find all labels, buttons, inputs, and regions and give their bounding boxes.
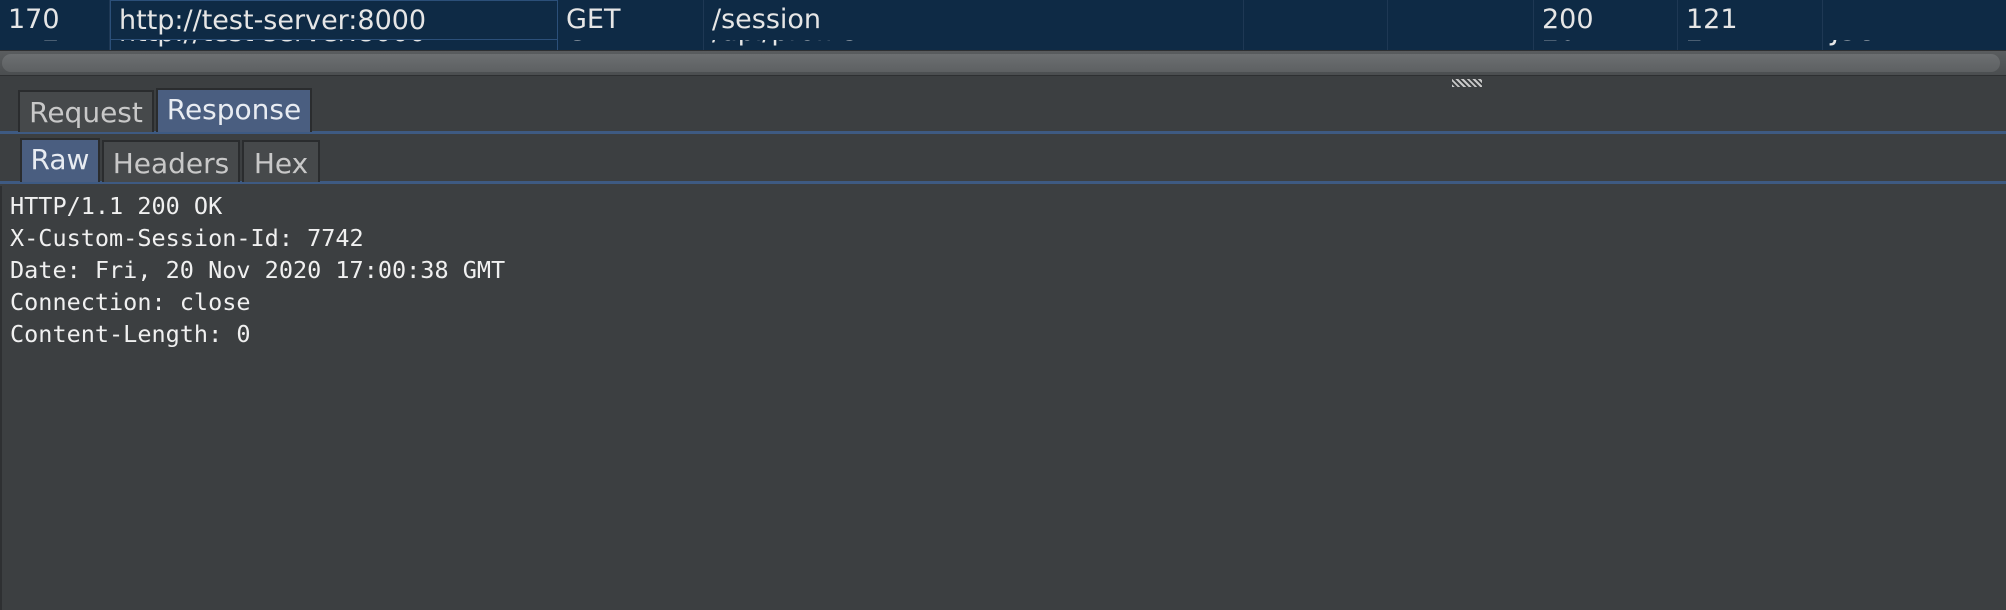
response-header-line[interactable]: Connection: close <box>10 286 2006 318</box>
proxy-history-table: 170 http://test-server:8000 GET /session… <box>0 0 2006 78</box>
table-row[interactable]: 170 http://test-server:8000 GET /session… <box>0 0 2006 40</box>
url-cell[interactable]: /api/profile <box>704 40 1244 50</box>
tab-request[interactable]: Request <box>18 90 154 132</box>
mime-cell[interactable]: JSON <box>1823 40 2006 50</box>
method-cell[interactable]: GET <box>558 0 704 40</box>
scrollbar-thumb[interactable] <box>2 54 2000 72</box>
host-cell[interactable]: http://test-server:8000 <box>110 0 558 40</box>
response-header-line[interactable]: Content-Length: 0 <box>10 318 2006 350</box>
status-cell[interactable]: 201 <box>1534 40 1678 50</box>
message-tab-bar: Request Response <box>0 88 2006 134</box>
params-cell[interactable] <box>1244 0 1388 40</box>
raw-response-editor[interactable]: HTTP/1.1 200 OK X-Custom-Session-Id: 774… <box>0 186 2006 610</box>
host-cell[interactable]: http://test-server:8000 <box>110 40 558 50</box>
method-cell[interactable]: GET <box>558 40 704 50</box>
view-mode-tab-bar: Raw Headers Hex <box>0 138 2006 184</box>
params-cell[interactable] <box>1244 40 1388 50</box>
tab-hex[interactable]: Hex <box>242 140 320 182</box>
response-header-line[interactable]: X-Custom-Session-Id: 7742 <box>10 222 2006 254</box>
table-row[interactable]: 172 http://test-server:8000 GET /api/pro… <box>0 40 2006 50</box>
status-cell[interactable]: 200 <box>1534 0 1678 40</box>
response-header-line[interactable]: Date: Fri, 20 Nov 2020 17:00:38 GMT <box>10 254 2006 286</box>
row-number-cell[interactable]: 170 <box>0 0 110 40</box>
tab-headers[interactable]: Headers <box>102 140 240 182</box>
drag-grip-icon[interactable] <box>1452 79 1482 87</box>
length-cell[interactable]: 121 <box>1678 0 1823 40</box>
url-cell[interactable]: /session <box>704 0 1244 40</box>
edited-cell[interactable] <box>1388 0 1534 40</box>
row-number-cell[interactable]: 172 <box>0 40 110 50</box>
tab-raw[interactable]: Raw <box>20 138 100 182</box>
response-status-line[interactable]: HTTP/1.1 200 OK <box>10 190 2006 222</box>
horizontal-scrollbar[interactable] <box>0 50 2006 76</box>
edited-cell[interactable] <box>1388 40 1534 50</box>
length-cell[interactable]: 247 <box>1678 40 1823 50</box>
tab-response[interactable]: Response <box>156 88 312 132</box>
mime-cell[interactable] <box>1823 0 2006 40</box>
